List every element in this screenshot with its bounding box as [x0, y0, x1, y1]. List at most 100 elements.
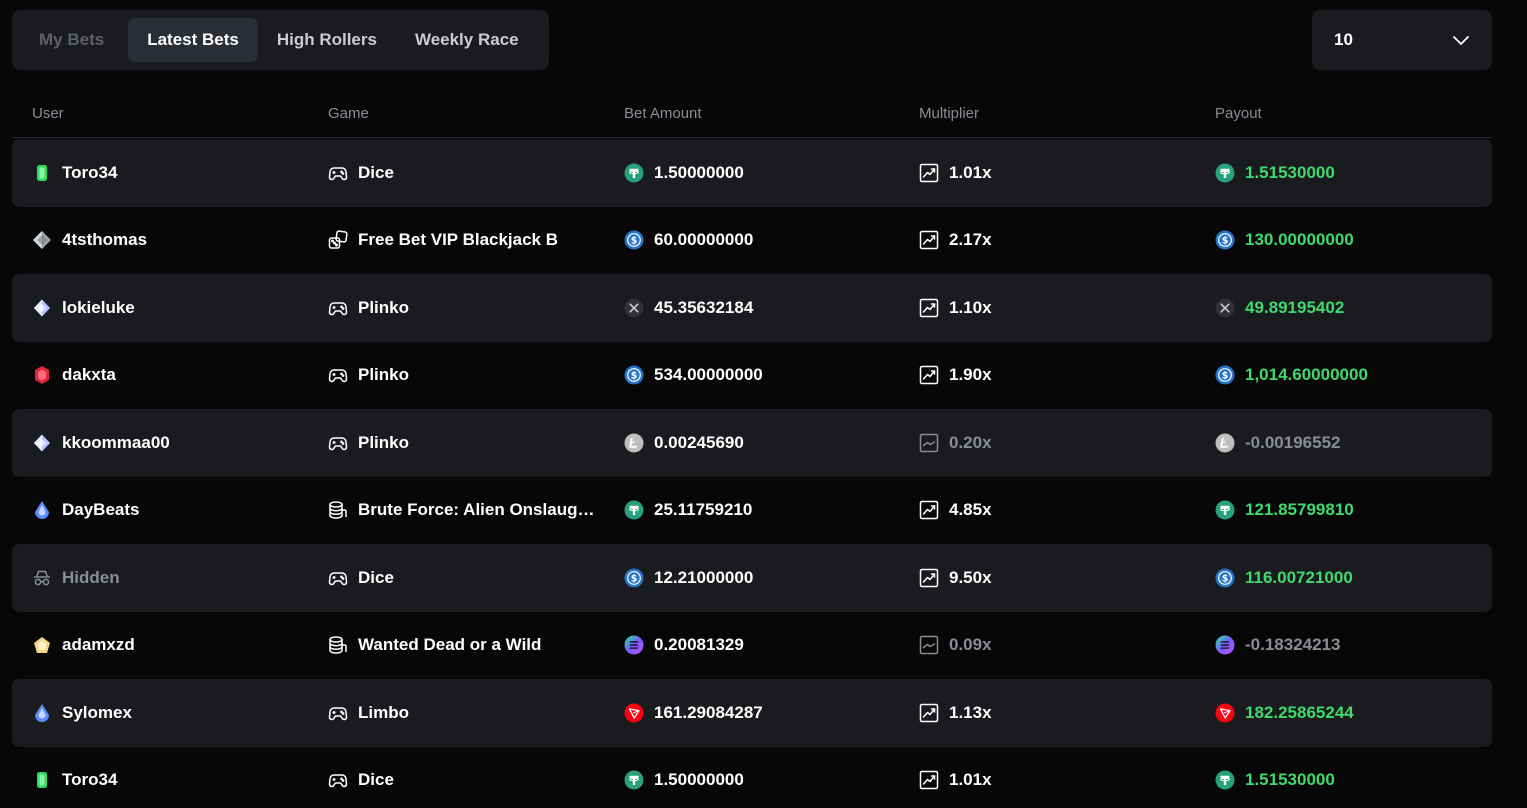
user-cell[interactable]: Sylomex	[32, 679, 302, 747]
table-row[interactable]: Hidden Dice $ 12.21000000 9.50x $ 116.00…	[12, 544, 1492, 612]
payout-value: 1.51530000	[1245, 770, 1335, 790]
table-row[interactable]: 4tsthomas Free Bet VIP Blackjack B $ 60.…	[12, 207, 1492, 275]
game-cell[interactable]: Plinko	[328, 342, 598, 410]
bet-amount-cell: 45.35632184	[624, 274, 894, 342]
litecoin-icon	[624, 433, 644, 453]
user-cell[interactable]: kkoommaa00	[32, 409, 302, 477]
table-row[interactable]: lokieluke Plinko 45.35632184 1.10x 49.89…	[12, 274, 1492, 342]
game-name[interactable]: Wanted Dead or a Wild	[358, 635, 541, 655]
game-cell[interactable]: Limbo	[328, 679, 598, 747]
game-name[interactable]: Dice	[358, 163, 394, 183]
rows-count-select[interactable]: 10	[1312, 10, 1492, 70]
game-cell[interactable]: Dice	[328, 747, 598, 808]
game-cell[interactable]: Brute Force: Alien Onslaug…	[328, 477, 598, 545]
game-name[interactable]: Brute Force: Alien Onslaug…	[358, 500, 594, 520]
game-cell[interactable]: Dice	[328, 139, 598, 207]
game-name[interactable]: Plinko	[358, 298, 409, 318]
user-cell[interactable]: Toro34	[32, 747, 302, 808]
tron-coin-icon	[624, 703, 644, 723]
table-row[interactable]: Toro34 Dice 1.50000000 1.01x 1.51530000	[12, 747, 1492, 808]
usdc-coin-icon: $	[1215, 568, 1235, 588]
svg-text:$: $	[1222, 371, 1229, 382]
bet-amount-cell: 1.50000000	[624, 139, 894, 207]
user-cell[interactable]: DayBeats	[32, 477, 302, 545]
user-cell[interactable]: Hidden	[32, 544, 302, 612]
multiplier-cell: 1.01x	[919, 139, 1189, 207]
incognito-icon	[32, 568, 52, 588]
username[interactable]: 4tsthomas	[62, 230, 147, 250]
multiplier-value: 1.10x	[949, 297, 992, 317]
gamepad-icon	[328, 365, 348, 385]
payout-cell: 1.51530000	[1215, 747, 1485, 808]
username[interactable]: kkoommaa00	[62, 433, 170, 453]
gamepad-icon	[328, 298, 348, 318]
game-cell[interactable]: Free Bet VIP Blackjack B	[328, 207, 598, 275]
username[interactable]: DayBeats	[62, 500, 140, 520]
table-row[interactable]: DayBeats Brute Force: Alien Onslaug… 25.…	[12, 477, 1492, 545]
tab-high-rollers[interactable]: High Rollers	[258, 18, 396, 62]
ruby-gem-icon	[32, 365, 52, 385]
username[interactable]: dakxta	[62, 365, 116, 385]
table-row[interactable]: kkoommaa00 Plinko 0.00245690 0.20x -0.00…	[12, 409, 1492, 477]
sapphire-drop-icon	[32, 703, 52, 723]
username[interactable]: adamxzd	[62, 635, 135, 655]
game-cell[interactable]: Plinko	[328, 274, 598, 342]
multiplier-cell: 1.10x	[919, 274, 1189, 342]
gamepad-icon	[328, 163, 348, 183]
game-name[interactable]: Plinko	[358, 365, 409, 385]
xrp-coin-icon	[624, 298, 644, 318]
game-cell[interactable]: Plinko	[328, 409, 598, 477]
game-name[interactable]: Dice	[358, 568, 394, 588]
table-row[interactable]: adamxzd Wanted Dead or a Wild 0.20081329…	[12, 612, 1492, 680]
bet-amount: 0.00245690	[654, 432, 744, 452]
bet-amount: 0.20081329	[654, 635, 744, 655]
bet-amount: 1.50000000	[654, 770, 744, 790]
multiplier-value: 4.85x	[949, 500, 992, 520]
user-cell[interactable]: 4tsthomas	[32, 207, 302, 275]
multiplier-value: 1.90x	[949, 365, 992, 385]
multiplier-cell: 0.20x	[919, 409, 1189, 477]
game-name[interactable]: Limbo	[358, 703, 409, 723]
xrp-coin-icon	[1215, 298, 1235, 318]
tab-latest-bets[interactable]: Latest Bets	[128, 18, 258, 62]
dice-cards-icon	[328, 230, 348, 250]
tab-my-bets[interactable]: My Bets	[26, 18, 128, 62]
table-row[interactable]: Sylomex Limbo 161.29084287 1.13x 182.258…	[12, 679, 1492, 747]
user-cell[interactable]: dakxta	[32, 342, 302, 410]
game-cell[interactable]: Dice	[328, 544, 598, 612]
gamepad-icon	[328, 433, 348, 453]
usdt-coin-icon	[624, 770, 644, 790]
username[interactable]: Toro34	[62, 163, 117, 183]
column-header-game: Game	[328, 105, 369, 122]
svg-text:$: $	[631, 573, 638, 584]
diamond-gem-icon	[32, 433, 52, 453]
user-cell[interactable]: lokieluke	[32, 274, 302, 342]
payout-cell: $ 1,014.60000000	[1215, 342, 1485, 410]
bet-amount: 60.00000000	[654, 230, 754, 250]
svg-text:$: $	[1222, 236, 1229, 247]
username[interactable]: Toro34	[62, 770, 117, 790]
table-row[interactable]: Toro34 Dice 1.50000000 1.01x 1.51530000	[12, 139, 1492, 207]
bet-amount-cell: 0.20081329	[624, 612, 894, 680]
payout-value: 121.85799810	[1245, 500, 1354, 520]
trend-up-icon	[919, 500, 939, 520]
bet-amount-cell: 161.29084287	[624, 679, 894, 747]
trend-flat-icon	[919, 433, 939, 453]
table-row[interactable]: dakxta Plinko $ 534.00000000 1.90x $ 1,0…	[12, 342, 1492, 410]
game-cell[interactable]: Wanted Dead or a Wild	[328, 612, 598, 680]
username[interactable]: Hidden	[62, 568, 120, 588]
game-name[interactable]: Plinko	[358, 433, 409, 453]
username[interactable]: Sylomex	[62, 703, 132, 723]
game-name[interactable]: Free Bet VIP Blackjack B	[358, 230, 558, 250]
trend-flat-icon	[919, 635, 939, 655]
user-cell[interactable]: adamxzd	[32, 612, 302, 680]
game-name[interactable]: Dice	[358, 770, 394, 790]
username[interactable]: lokieluke	[62, 298, 135, 318]
tab-weekly-race[interactable]: Weekly Race	[396, 18, 538, 62]
trend-up-icon	[919, 163, 939, 183]
solana-coin-icon	[1215, 635, 1235, 655]
usdt-coin-icon	[1215, 770, 1235, 790]
user-cell[interactable]: Toro34	[32, 139, 302, 207]
bet-amount: 45.35632184	[654, 297, 754, 317]
payout-value: -0.18324213	[1245, 635, 1341, 655]
